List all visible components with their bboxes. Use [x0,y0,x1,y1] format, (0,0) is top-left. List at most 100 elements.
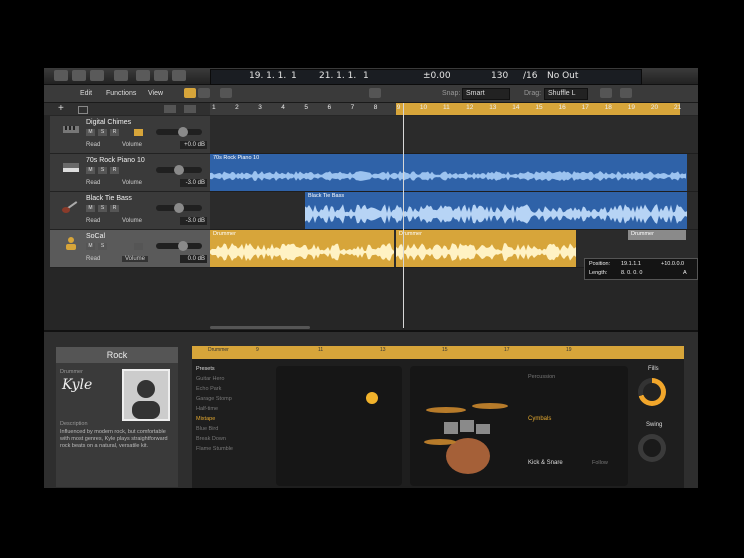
automation-param[interactable]: Volume [122,180,142,186]
editors-button[interactable] [154,70,168,81]
preset-item[interactable]: Half-time [196,406,266,412]
timeline-ruler[interactable]: 1 2 3 4 5 6 7 8 9 10 11 12 13 14 15 16 17 18 19 20 21 [210,103,698,115]
drag-select[interactable]: Shuffle L [544,88,588,100]
volume-knob[interactable] [174,203,184,213]
track-header-rock-piano[interactable]: 70s Rock Piano 10 M S R Read Volume -3.0… [50,154,210,192]
volume-slider[interactable] [156,165,202,175]
preset-item[interactable]: Flame Stumble [196,446,266,452]
inspector-button[interactable] [72,70,86,81]
add-track-icon[interactable]: + [58,103,64,114]
keyboard-icon [63,126,79,133]
bass-waveform [305,204,687,224]
mute-button[interactable]: M [86,167,95,174]
functions-menu[interactable]: Functions [106,90,136,97]
track-name[interactable]: SoCal [86,233,105,240]
drummer-region-3[interactable]: Drummer [628,230,686,240]
view-menu[interactable]: View [148,90,163,97]
volume-slider[interactable] [156,241,202,251]
automation-param[interactable]: Volume [122,142,142,148]
drum-kit-pad[interactable]: Percussion Cymbals Kick & Snare Follow [410,366,628,486]
lcd-display[interactable]: 19. 1. 1. 1 21. 1. 1. 1 ±0.00 130 /16 No… [210,69,642,85]
toolbar-button[interactable] [90,70,104,81]
track-header-button[interactable] [164,105,176,113]
solo-button[interactable]: S [98,243,107,250]
preset-item[interactable]: Garage Stomp [196,396,266,402]
drummer-region-1[interactable]: Drummer [210,230,394,267]
volume-db[interactable]: -3.0 dB [180,179,207,187]
solo-button[interactable]: S [98,167,107,174]
help-button[interactable] [114,70,128,81]
piano-region[interactable]: 70s Rock Piano 10 [210,154,687,191]
track-lane-bass[interactable]: Black Tie Bass [210,192,698,230]
pencil-tool-icon[interactable] [369,88,381,98]
solo-button[interactable]: S [98,129,107,136]
volume-knob[interactable] [174,165,184,175]
preset-item[interactable]: Blue Bird [196,426,266,432]
automation-param[interactable]: Volume [122,256,149,262]
waveform-zoom-icon[interactable] [600,88,612,98]
track-name[interactable]: Black Tie Bass [86,195,132,202]
lcd-signature: /16 [523,71,538,81]
input-monitor-button[interactable] [134,129,143,136]
horizontal-scrollbar[interactable] [210,326,310,329]
ruler-tick: 5 [304,104,309,111]
mixer-button[interactable] [136,70,150,81]
fills-knob[interactable] [638,378,666,406]
zoom-slider[interactable] [620,88,632,98]
volume-slider[interactable] [156,203,202,213]
automation-mode[interactable]: Read [86,142,100,148]
mute-button[interactable]: M [86,129,95,136]
automation-mode[interactable]: Read [86,180,100,186]
drummer-ruler-tick: 17 [504,347,510,353]
track-lane-digital-chimes[interactable] [210,116,698,154]
preset-item[interactable]: Echo Park [196,386,266,392]
track-header-digital-chimes[interactable]: Digital Chimes M S R Read Volume +0.0 dB [50,116,210,154]
solo-button[interactable]: S [98,205,107,212]
pointer-tool-icon[interactable] [220,88,232,98]
record-button[interactable]: R [110,205,119,212]
record-button[interactable]: R [110,167,119,174]
automation-mode[interactable]: Read [86,256,100,262]
region-position-help-tag: Position: 19.1.1.1 +10.0.0.0 Length: 8. … [584,258,698,280]
volume-slider[interactable] [156,127,202,137]
genre-header[interactable]: Rock [56,347,178,363]
playhead[interactable] [403,103,404,328]
automation-mode[interactable]: Read [86,218,100,224]
flex-icon[interactable] [198,88,210,98]
input-monitor-button[interactable] [134,243,143,250]
edit-menu[interactable]: Edit [80,90,92,97]
presets-list: Presets Guitar Hero Echo Park Garage Stomp… [196,366,266,456]
volume-knob[interactable] [178,241,188,251]
track-header-button-2[interactable] [184,105,196,113]
volume-knob[interactable] [178,127,188,137]
automation-param[interactable]: Volume [122,218,142,224]
mute-button[interactable]: M [86,243,95,250]
bass-region[interactable]: Black Tie Bass [305,192,687,229]
track-name[interactable]: 70s Rock Piano 10 [86,157,145,164]
drummer-avatar[interactable] [122,369,170,421]
drummer-ruler[interactable]: Drummer 9 11 13 15 17 19 [192,346,684,359]
preset-item[interactable]: Break Down [196,436,266,442]
close-icon[interactable] [172,70,186,81]
record-button[interactable]: R [110,129,119,136]
preset-item[interactable]: Mixtape [196,416,266,422]
track-name[interactable]: Digital Chimes [86,119,131,126]
volume-db[interactable]: 0.0 dB [180,255,207,263]
snap-select[interactable]: Smart [462,88,510,100]
track-header-socal[interactable]: SoCal M S Read Volume 0.0 dB [50,230,210,268]
library-button[interactable] [54,70,68,81]
track-header-bass[interactable]: Black Tie Bass M S R Read Volume -3.0 dB [50,192,210,230]
global-tracks-icon[interactable] [78,106,88,114]
xy-pad[interactable] [276,366,402,486]
track-lane-rock-piano[interactable]: 70s Rock Piano 10 [210,154,698,192]
drummer-library-panel: Rock Drummer Kyle Description Influenced… [56,347,178,487]
drummer-region-2[interactable]: Drummer [396,230,576,267]
xy-puck[interactable] [366,392,378,404]
catch-playhead-icon[interactable] [184,88,196,98]
lcd-semitone: ±0.00 [423,71,451,81]
mute-button[interactable]: M [86,205,95,212]
volume-db[interactable]: +0.0 dB [180,141,207,149]
swing-knob[interactable] [638,434,666,462]
preset-item[interactable]: Guitar Hero [196,376,266,382]
volume-db[interactable]: -3.0 dB [180,217,207,225]
